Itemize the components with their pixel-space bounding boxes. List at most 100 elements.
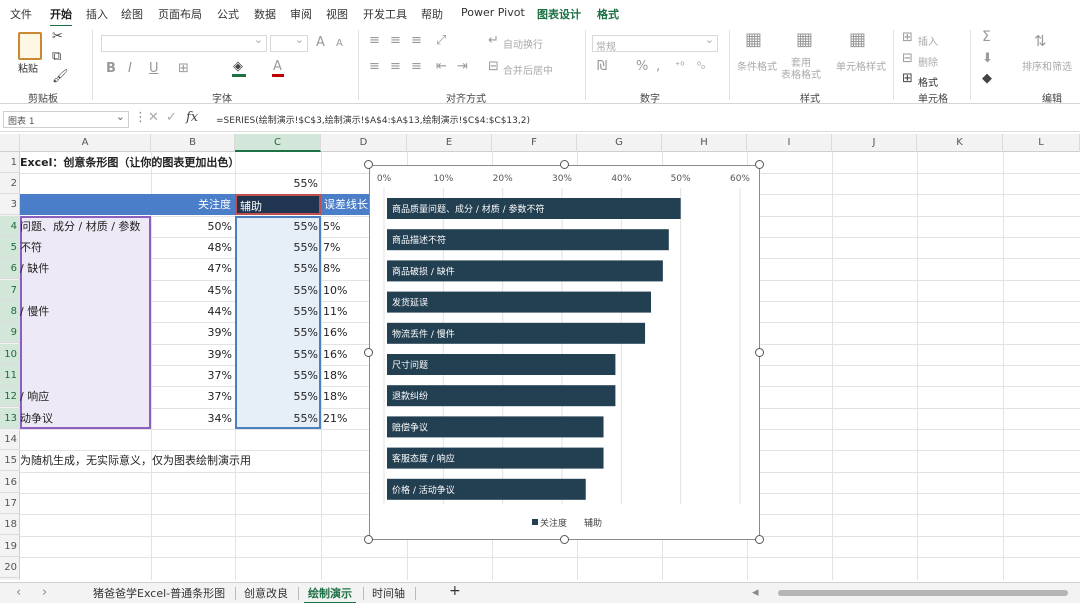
tab-data[interactable]: 数据 [254, 6, 276, 22]
cell-b[interactable]: 39% [151, 344, 235, 365]
cell-b[interactable]: 47% [151, 258, 235, 279]
resize-handle[interactable] [560, 535, 569, 544]
tab-home[interactable]: 开始 [50, 6, 72, 27]
cell-c[interactable]: 55% [235, 237, 321, 258]
cell-a[interactable]: / 缺件 [20, 258, 151, 279]
paste-label[interactable]: 粘贴 [18, 60, 38, 75]
header-cell-helper[interactable]: 辅助 [235, 194, 321, 215]
column-header-i[interactable]: I [747, 134, 832, 152]
tab-page-layout[interactable]: 页面布局 [158, 6, 202, 22]
row-header[interactable]: 4 [0, 216, 20, 237]
column-header-b[interactable]: B [151, 134, 235, 152]
table-format-label[interactable]: 套用 表格格式 [781, 58, 821, 82]
row-header[interactable]: 12 [0, 386, 20, 407]
row-header[interactable]: 18 [0, 514, 20, 535]
sheet-tab[interactable]: 猪爸爸学Excel-普通条形图 [93, 585, 225, 601]
cell-c2[interactable]: 55% [235, 173, 321, 194]
add-sheet-button[interactable]: + [449, 583, 461, 599]
wrap-text-label[interactable]: 自动换行 [503, 36, 543, 51]
cell-styles-icon[interactable]: ▦ [849, 31, 866, 49]
merge-center-label[interactable]: 合并后居中 [503, 62, 553, 77]
resize-handle[interactable] [364, 160, 373, 169]
row-header[interactable]: 19 [0, 536, 20, 557]
number-format-combo[interactable]: 常规 [592, 33, 718, 53]
border-icon[interactable]: ⊞ [178, 62, 189, 76]
note-text[interactable]: 为随机生成，无实际意义，仅为图表绘制演示用 [20, 450, 380, 471]
tab-insert[interactable]: 插入 [86, 6, 108, 22]
format-cells-label[interactable]: 格式 [918, 74, 938, 89]
row-header[interactable]: 13 [0, 408, 20, 429]
resize-handle[interactable] [755, 535, 764, 544]
column-header-j[interactable]: J [832, 134, 917, 152]
cancel-icon[interactable]: ✕ [148, 111, 159, 125]
tab-chart-design[interactable]: 图表设计 [537, 6, 581, 22]
column-header-a[interactable]: A [20, 134, 151, 152]
autosum-icon[interactable]: Σ [982, 30, 991, 44]
cell-b[interactable]: 50% [151, 216, 235, 237]
decrease-decimal-icon[interactable]: ⁰₀ [697, 60, 705, 74]
row-header[interactable]: 6 [0, 258, 20, 279]
header-cell-attention[interactable]: 关注度 [151, 194, 235, 215]
cell-c[interactable]: 55% [235, 216, 321, 237]
column-header-c[interactable]: C [235, 134, 321, 152]
cell-c[interactable]: 55% [235, 344, 321, 365]
column-header-l[interactable]: L [1003, 134, 1080, 152]
cut-icon[interactable]: ✂ [52, 30, 63, 44]
row-header[interactable]: 11 [0, 365, 20, 386]
delete-cells-icon[interactable]: ⊟ [902, 52, 913, 66]
currency-icon[interactable]: ₪ [597, 60, 607, 74]
orientation-icon[interactable]: ⤢ [436, 34, 446, 48]
hscroll-left-icon[interactable]: ◂ [752, 586, 759, 600]
horizontal-scrollbar[interactable] [778, 590, 1068, 596]
table-format-icon[interactable]: ▦ [796, 31, 813, 49]
cell-b[interactable]: 48% [151, 237, 235, 258]
cell-b[interactable]: 34% [151, 408, 235, 429]
cell-b[interactable]: 37% [151, 365, 235, 386]
row-header[interactable]: 10 [0, 344, 20, 365]
tab-review[interactable]: 审阅 [290, 6, 312, 22]
column-header-g[interactable]: G [577, 134, 662, 152]
underline-button[interactable]: U [149, 62, 159, 76]
row-header[interactable]: 3 [0, 194, 20, 215]
increase-decimal-icon[interactable]: ⁺⁰ [675, 60, 684, 74]
resize-handle[interactable] [755, 160, 764, 169]
row-header[interactable]: 8 [0, 301, 20, 322]
copy-icon[interactable]: ⧉ [52, 50, 61, 64]
cell-b[interactable]: 39% [151, 322, 235, 343]
sheet-tab-active[interactable]: 绘制演示 [304, 585, 356, 603]
delete-cells-label[interactable]: 删除 [918, 54, 938, 69]
cell-a[interactable]: / 慢件 [20, 301, 151, 322]
cell-b[interactable]: 45% [151, 280, 235, 301]
column-header-f[interactable]: F [492, 134, 577, 152]
conditional-format-icon[interactable]: ▦ [745, 31, 762, 49]
cell-c[interactable]: 55% [235, 322, 321, 343]
row-header[interactable]: 15 [0, 450, 20, 471]
column-header-e[interactable]: E [407, 134, 492, 152]
cell-a[interactable]: 不符 [20, 237, 151, 258]
row-header[interactable]: 16 [0, 472, 20, 493]
italic-button[interactable]: I [128, 62, 132, 76]
align-top-icon[interactable]: ≡ [369, 34, 380, 48]
conditional-format-label[interactable]: 条件格式 [737, 58, 777, 73]
align-left-icon[interactable]: ≡ [369, 60, 380, 74]
fill-color-icon[interactable]: ◈ [233, 60, 243, 74]
scroll-left-icon[interactable]: ‹ [16, 586, 21, 600]
align-bottom-icon[interactable]: ≡ [411, 34, 422, 48]
sheet-title[interactable]: Excel：创意条形图（让你的图表更加出色） [20, 152, 400, 173]
sort-filter-label[interactable]: 排序和筛选 [1022, 58, 1072, 73]
cell-c[interactable]: 55% [235, 258, 321, 279]
cell-a[interactable]: 动争议 [20, 408, 151, 429]
cell-a[interactable] [20, 280, 151, 301]
enter-icon[interactable]: ✓ [166, 111, 177, 125]
row-header[interactable]: 1 [0, 152, 20, 173]
row-header[interactable]: 7 [0, 280, 20, 301]
insert-function-icon[interactable]: fx [186, 111, 198, 125]
wrap-text-icon[interactable]: ↵ [488, 34, 499, 48]
tab-formulas[interactable]: 公式 [217, 6, 239, 22]
cell-a[interactable] [20, 344, 151, 365]
indent-decrease-icon[interactable]: ⇤ [436, 60, 447, 74]
cell-b[interactable]: 37% [151, 386, 235, 407]
percent-icon[interactable]: % [636, 60, 648, 74]
insert-cells-label[interactable]: 插入 [918, 33, 938, 48]
column-header-k[interactable]: K [917, 134, 1003, 152]
